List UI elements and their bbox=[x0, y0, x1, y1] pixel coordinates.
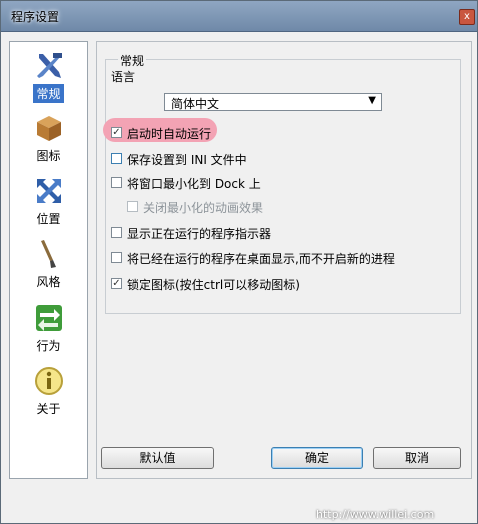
language-select[interactable]: 简体中文 ▼ bbox=[164, 93, 382, 111]
sidebar-item-general[interactable]: 常规 bbox=[10, 50, 87, 103]
brush-icon bbox=[40, 240, 56, 268]
sidebar: 常规 图标 位置 风格 行为 关于 bbox=[9, 41, 88, 479]
checkbox-running-indicator[interactable] bbox=[111, 227, 122, 238]
box-icon bbox=[36, 116, 61, 141]
option-label: 启动时自动运行 bbox=[127, 127, 212, 141]
checkbox-autostart[interactable]: ✓ bbox=[111, 127, 122, 138]
checkbox-lock-icons[interactable]: ✓ bbox=[111, 278, 122, 289]
chevron-down-icon: ▼ bbox=[368, 95, 376, 106]
option-label: 保存设置到 INI 文件中 bbox=[127, 153, 247, 167]
sidebar-item-label: 图标 bbox=[36, 149, 61, 163]
sidebar-item-icons[interactable]: 图标 bbox=[10, 112, 87, 165]
window-title: 程序设置 bbox=[11, 10, 60, 24]
option-label: 显示正在运行的程序指示器 bbox=[127, 227, 272, 241]
move-arrows-icon bbox=[36, 179, 61, 203]
sidebar-item-position[interactable]: 位置 bbox=[10, 175, 87, 228]
option-label: 将窗口最小化到 Dock 上 bbox=[127, 177, 261, 191]
option-label: 关闭最小化的动画效果 bbox=[143, 201, 264, 215]
option-label: 锁定图标(按住ctrl可以移动图标) bbox=[127, 278, 300, 292]
sidebar-item-label: 常规 bbox=[33, 84, 64, 103]
watermark: http://www.willei.com bbox=[316, 508, 435, 521]
checkbox-show-running-on-desktop[interactable] bbox=[111, 252, 122, 263]
checkbox-save-ini[interactable] bbox=[111, 153, 122, 164]
title-bar[interactable]: 程序设置 x bbox=[1, 1, 477, 32]
sidebar-item-label: 关于 bbox=[36, 402, 61, 416]
language-select-value: 简体中文 bbox=[171, 97, 220, 111]
sidebar-item-label: 风格 bbox=[36, 275, 61, 289]
checkbox-disable-minimize-animation bbox=[127, 201, 138, 212]
sidebar-item-label: 行为 bbox=[36, 339, 61, 353]
settings-window: 程序设置 x 常规 图标 位置 风格 行为 关于 常规 语言 简体中文 ▼ ✓ … bbox=[0, 0, 478, 524]
checkbox-minimize-dock[interactable] bbox=[111, 177, 122, 188]
sidebar-item-style[interactable]: 风格 bbox=[10, 238, 87, 291]
default-button[interactable]: 默认值 bbox=[101, 447, 214, 469]
exchange-arrows-icon bbox=[35, 305, 62, 331]
tools-icon bbox=[36, 53, 62, 78]
info-icon bbox=[34, 367, 63, 395]
general-settings-panel: 常规 语言 简体中文 ▼ ✓ 启动时自动运行 保存设置到 INI 文件中 将窗口… bbox=[96, 41, 472, 479]
language-label: 语言 bbox=[111, 70, 136, 84]
ok-button[interactable]: 确定 bbox=[271, 447, 363, 469]
sidebar-item-behavior[interactable]: 行为 bbox=[10, 302, 87, 355]
sidebar-item-label: 位置 bbox=[36, 212, 61, 226]
group-title: 常规 bbox=[118, 52, 147, 69]
sidebar-item-about[interactable]: 关于 bbox=[10, 365, 87, 418]
close-button[interactable]: x bbox=[459, 9, 475, 25]
cancel-button[interactable]: 取消 bbox=[373, 447, 461, 469]
option-label: 将已经在运行的程序在桌面显示,而不开启新的进程 bbox=[127, 252, 395, 266]
